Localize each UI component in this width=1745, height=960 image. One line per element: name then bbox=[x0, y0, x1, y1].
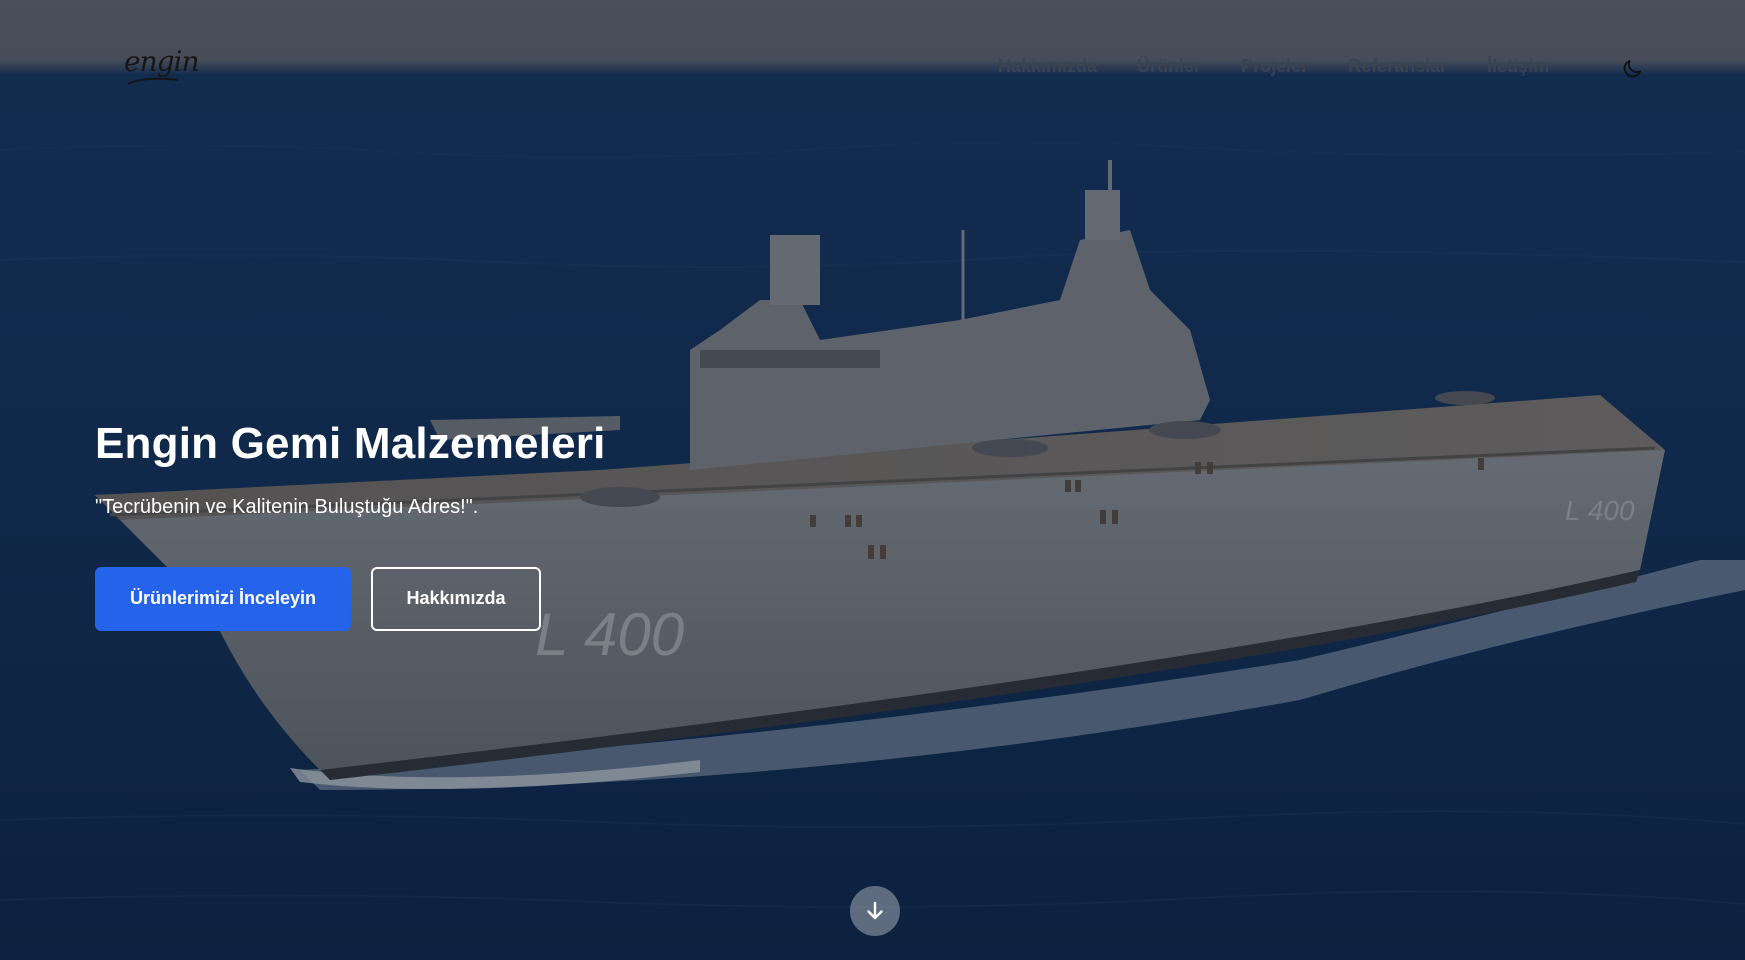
site-logo[interactable]: engin bbox=[124, 45, 200, 85]
nav-link-projeler[interactable]: Projeler bbox=[1241, 56, 1308, 77]
theme-toggle-button[interactable] bbox=[1618, 55, 1646, 83]
about-us-button[interactable]: Hakkımızda bbox=[371, 566, 541, 631]
nav-link-hakkimizda[interactable]: Hakkımızda bbox=[998, 56, 1097, 77]
nav-link-referanslar[interactable]: Referanslar bbox=[1348, 56, 1447, 77]
moon-icon bbox=[1623, 60, 1641, 78]
hero-section: L 400 L 400 engin Hakkımızda Ürünler Pro… bbox=[0, 0, 1745, 960]
main-nav: Hakkımızda Ürünler Projeler Referanslar … bbox=[998, 56, 1549, 77]
nav-link-urunler[interactable]: Ürünler bbox=[1137, 56, 1201, 77]
hero-content: Engin Gemi Malzemeleri "Tecrübenin ve Ka… bbox=[95, 418, 795, 631]
hero-tagline: "Tecrübenin ve Kalitenin Buluştuğu Adres… bbox=[95, 495, 479, 518]
hero-title: Engin Gemi Malzemeleri bbox=[95, 419, 606, 468]
logo-text: engin bbox=[124, 45, 200, 78]
site-header: engin Hakkımızda Ürünler Projeler Refera… bbox=[0, 0, 1745, 135]
arrow-down-icon bbox=[867, 901, 883, 920]
hero-cta-row: Ürünlerimizi İnceleyin Hakkımızda bbox=[95, 566, 795, 631]
scroll-down-button[interactable] bbox=[850, 886, 900, 936]
logo-swoosh-icon bbox=[127, 77, 179, 85]
explore-products-button[interactable]: Ürünlerimizi İnceleyin bbox=[95, 566, 351, 631]
nav-link-iletisim[interactable]: İletişim bbox=[1487, 56, 1549, 77]
